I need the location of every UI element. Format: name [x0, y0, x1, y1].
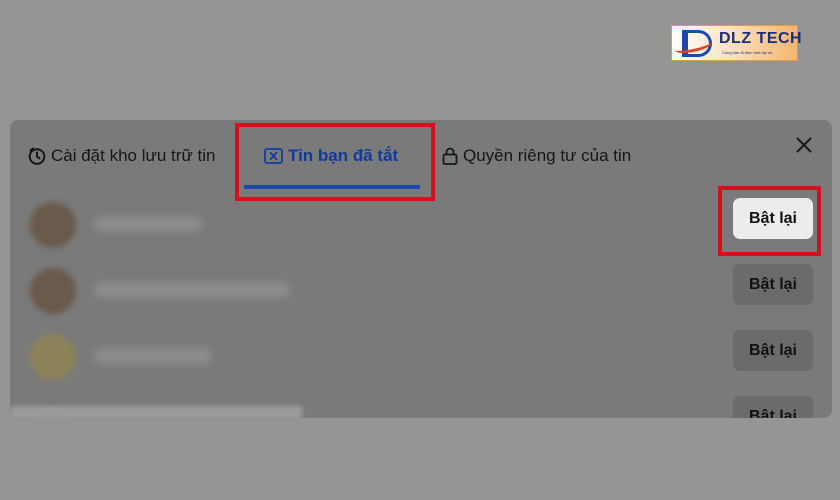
tab-muted-stories[interactable]: Tin bạn đã tắt [264, 146, 398, 166]
close-icon [796, 137, 812, 153]
avatar [30, 334, 76, 380]
tab-label: Tin bạn đã tắt [288, 146, 399, 165]
tab-story-privacy[interactable]: Quyền riêng tư của tin [442, 146, 631, 166]
x-box-icon [264, 148, 283, 164]
unmute-button[interactable]: Bật lại [733, 396, 813, 418]
clock-icon [28, 147, 46, 165]
unmute-button[interactable]: Bật lại [733, 330, 813, 371]
blurred-name [94, 282, 290, 298]
dlz-tech-logo: DLZ TECH Cùng bạn đi theo thời đại số [671, 25, 802, 61]
logo-tagline: Cùng bạn đi theo thời đại số [722, 50, 773, 55]
unmute-button[interactable]: Bật lại [733, 198, 813, 239]
tab-bar: Cài đặt kho lưu trữ tin Tin bạn đã tắt Q… [10, 120, 832, 190]
scroll-fade [10, 406, 302, 418]
tab-story-archive-settings[interactable]: Cài đặt kho lưu trữ tin [28, 146, 216, 166]
unmute-button[interactable]: Bật lại [733, 264, 813, 305]
tab-label: Quyền riêng tư của tin [463, 146, 632, 165]
blurred-name [94, 348, 212, 364]
lock-icon [442, 147, 458, 165]
active-tab-indicator [244, 185, 420, 189]
avatar [30, 202, 76, 248]
list-item: Bật lại [10, 258, 832, 318]
blurred-name [94, 216, 202, 232]
close-button[interactable] [793, 134, 815, 156]
logo-text: DLZ TECH [719, 30, 803, 47]
avatar [30, 268, 76, 314]
story-settings-dialog: Cài đặt kho lưu trữ tin Tin bạn đã tắt Q… [10, 120, 832, 418]
tab-label: Cài đặt kho lưu trữ tin [51, 146, 216, 165]
list-item: Bật lại [10, 192, 832, 252]
list-item: Bật lại [10, 324, 832, 384]
